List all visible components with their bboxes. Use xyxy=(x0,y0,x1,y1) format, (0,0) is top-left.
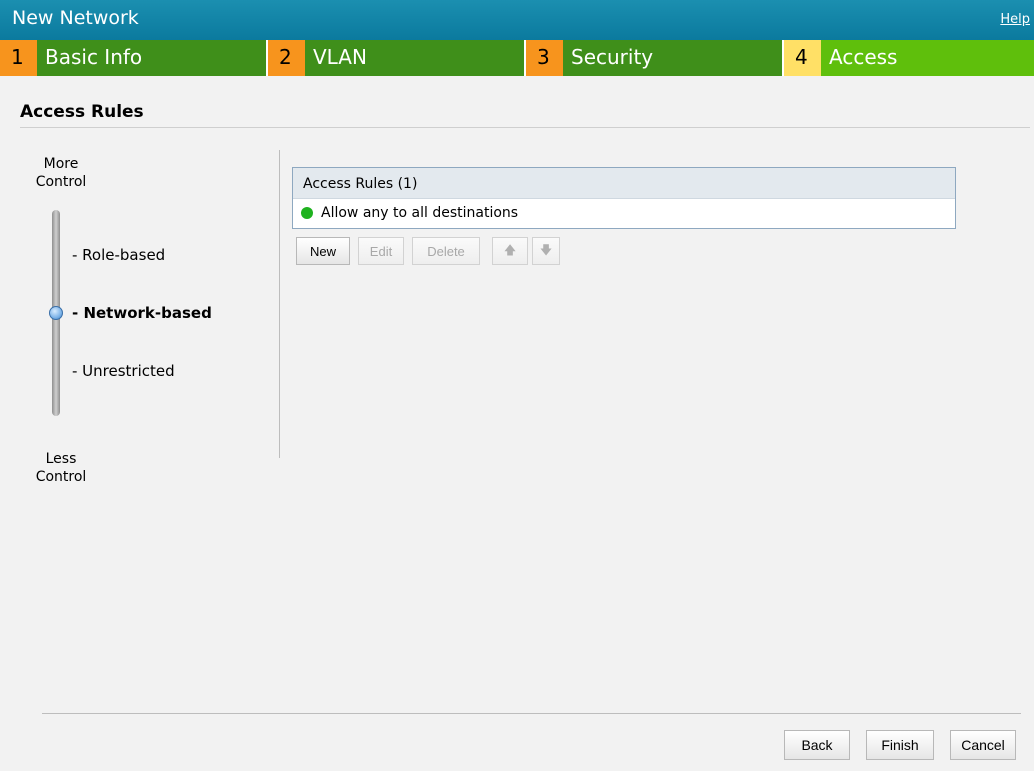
table-header: Access Rules (1) xyxy=(293,168,955,199)
step-number: 3 xyxy=(526,40,563,76)
move-down-button[interactable]: 🡇 xyxy=(532,237,560,265)
step-vlan[interactable]: 2 VLAN xyxy=(268,40,526,76)
step-basic-info[interactable]: 1 Basic Info xyxy=(0,40,268,76)
option-role-based[interactable]: - Role-based xyxy=(72,246,165,264)
step-number: 4 xyxy=(784,40,821,76)
step-number: 1 xyxy=(0,40,37,76)
step-security[interactable]: 3 Security xyxy=(526,40,784,76)
arrow-down-icon: 🡇 xyxy=(539,242,553,257)
cancel-button[interactable]: Cancel xyxy=(950,730,1016,760)
edit-rule-button[interactable]: Edit xyxy=(358,237,404,265)
status-dot-icon xyxy=(301,207,313,219)
more-control-label: More Control xyxy=(35,156,87,190)
step-label: VLAN xyxy=(305,40,526,76)
wizard-title-bar: New Network Help xyxy=(0,0,1034,40)
help-link[interactable]: Help xyxy=(1000,12,1030,27)
arrow-up-icon: 🡅 xyxy=(503,242,517,257)
back-button[interactable]: Back xyxy=(784,730,850,760)
move-up-button[interactable]: 🡅 xyxy=(492,237,528,265)
wizard-steps: 1 Basic Info 2 VLAN 3 Security 4 Access xyxy=(0,40,1034,76)
rule-text: Allow any to all destinations xyxy=(321,205,519,221)
step-label: Security xyxy=(563,40,784,76)
option-unrestricted[interactable]: - Unrestricted xyxy=(72,362,175,380)
section-divider xyxy=(20,127,1030,128)
step-number: 2 xyxy=(268,40,305,76)
new-rule-button[interactable]: New xyxy=(296,237,350,265)
finish-button[interactable]: Finish xyxy=(866,730,934,760)
option-network-based[interactable]: - Network-based xyxy=(72,304,212,322)
access-level-slider-handle[interactable] xyxy=(49,306,63,320)
step-label: Basic Info xyxy=(37,40,268,76)
step-access[interactable]: 4 Access xyxy=(784,40,1034,76)
access-rules-table: Access Rules (1) Allow any to all destin… xyxy=(292,167,956,229)
less-control-label: Less Control xyxy=(35,451,87,485)
footer-divider xyxy=(42,713,1021,714)
step-label: Access xyxy=(821,40,1034,76)
delete-rule-button[interactable]: Delete xyxy=(412,237,480,265)
table-row[interactable]: Allow any to all destinations xyxy=(293,199,955,228)
section-heading: Access Rules xyxy=(20,102,144,122)
panel-divider xyxy=(279,150,280,458)
page-title: New Network xyxy=(12,7,139,29)
